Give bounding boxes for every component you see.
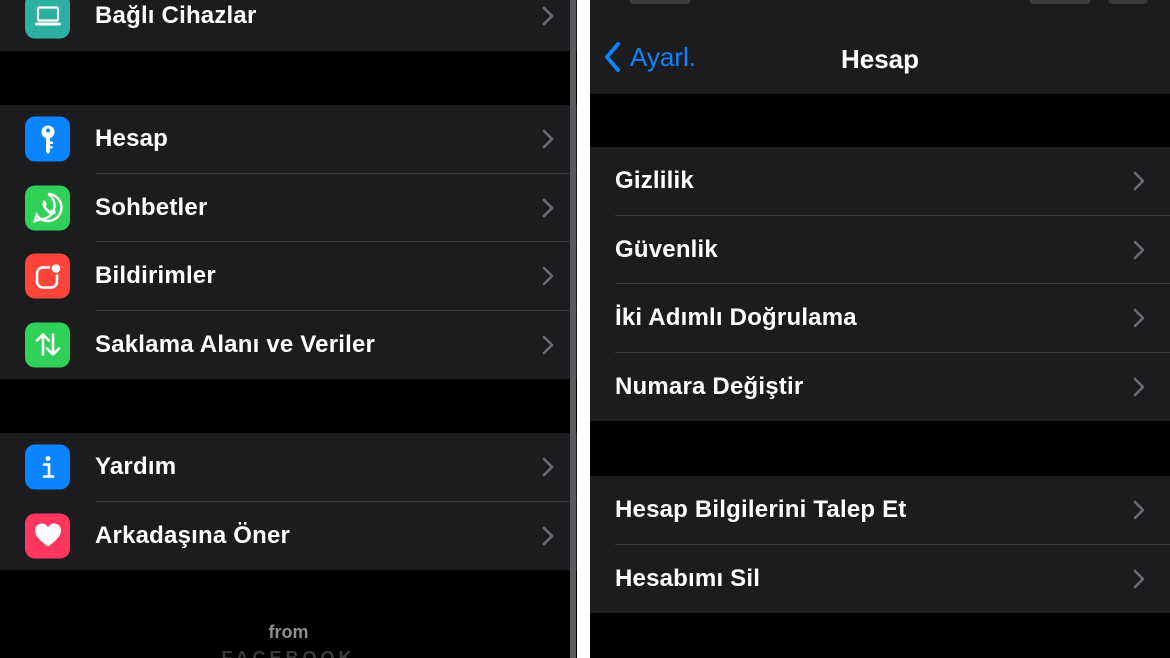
settings-item-label: Bağlı Cihazlar — [95, 2, 257, 30]
settings-item-chats[interactable]: Sohbetler — [0, 174, 577, 242]
chevron-right-icon — [542, 266, 554, 286]
chevron-right-icon — [1133, 569, 1145, 589]
chevron-right-icon — [542, 526, 554, 546]
settings-panel: Bağlı Cihazlar Hesap Sohbetler Bildiriml… — [0, 0, 577, 658]
account-group-main: Gizlilik Güvenlik İki Adımlı Doğrulama N… — [590, 147, 1170, 421]
account-item-privacy[interactable]: Gizlilik — [590, 147, 1170, 216]
settings-group-main: Hesap Sohbetler Bildirimler Saklama Alan… — [0, 105, 577, 379]
laptop-icon — [25, 0, 70, 39]
account-item-label: Güvenlik — [615, 235, 718, 263]
page-title: Hesap — [840, 44, 920, 74]
status-bar-time — [630, 0, 690, 4]
settings-item-notifications[interactable]: Bildirimler — [0, 242, 577, 311]
heart-icon — [25, 513, 70, 559]
chevron-right-icon — [542, 198, 554, 218]
info-icon — [25, 444, 70, 490]
settings-item-label: Saklama Alanı ve Veriler — [95, 330, 376, 358]
footer-brand: FACEBOOK — [221, 648, 356, 658]
settings-item-help[interactable]: Yardım — [0, 433, 577, 502]
chevron-right-icon — [1133, 240, 1145, 260]
storage-arrows-icon — [25, 322, 70, 368]
status-bar-indicators — [1030, 0, 1148, 4]
settings-item-label: Hesap — [95, 125, 169, 153]
settings-item-storage[interactable]: Saklama Alanı ve Veriler — [0, 311, 577, 380]
account-item-request-info[interactable]: Hesap Bilgilerini Talep Et — [590, 476, 1170, 545]
account-panel: Ayarl. Hesap Gizlilik Güvenlik İki Adıml… — [590, 0, 1170, 658]
account-item-security[interactable]: Güvenlik — [590, 216, 1170, 284]
chevron-right-icon — [1133, 308, 1145, 328]
account-item-change-number[interactable]: Numara Değiştir — [590, 353, 1170, 422]
settings-item-label: Sohbetler — [95, 193, 208, 221]
account-item-label: İki Adımlı Doğrulama — [615, 304, 857, 332]
scroll-indicator — [570, 0, 576, 658]
settings-item-label: Yardım — [95, 453, 177, 481]
notification-icon — [25, 253, 70, 299]
account-item-delete-account[interactable]: Hesabımı Sil — [590, 545, 1170, 614]
chevron-right-icon — [542, 457, 554, 477]
panel-divider — [570, 0, 590, 658]
navigation-bar: Ayarl. Hesap — [590, 0, 1170, 94]
settings-item-tell-a-friend[interactable]: Arkadaşına Öner — [0, 502, 577, 571]
account-item-label: Gizlilik — [615, 167, 694, 195]
chevron-right-icon — [1133, 377, 1145, 397]
footer-from: from — [268, 622, 309, 642]
settings-item-label: Arkadaşına Öner — [95, 521, 291, 549]
key-icon — [25, 116, 70, 162]
account-item-label: Numara Değiştir — [615, 372, 804, 400]
account-item-label: Hesap Bilgilerini Talep Et — [615, 496, 907, 524]
chevron-right-icon — [542, 6, 554, 26]
settings-item-label: Bildirimler — [95, 262, 216, 290]
account-item-label: Hesabımı Sil — [615, 564, 761, 592]
settings-group-help: Yardım Arkadaşına Öner — [0, 433, 577, 570]
settings-group-devices: Bağlı Cihazlar — [0, 0, 577, 51]
chevron-right-icon — [542, 129, 554, 149]
chevron-right-icon — [542, 335, 554, 355]
account-item-two-step-verification[interactable]: İki Adımlı Doğrulama — [590, 284, 1170, 353]
account-group-data: Hesap Bilgilerini Talep Et Hesabımı Sil — [590, 476, 1170, 613]
settings-item-account[interactable]: Hesap — [0, 105, 577, 174]
settings-item-linked-devices[interactable]: Bağlı Cihazlar — [0, 0, 577, 51]
chevron-right-icon — [1133, 171, 1145, 191]
whatsapp-icon — [25, 185, 70, 231]
chevron-right-icon — [1133, 500, 1145, 520]
